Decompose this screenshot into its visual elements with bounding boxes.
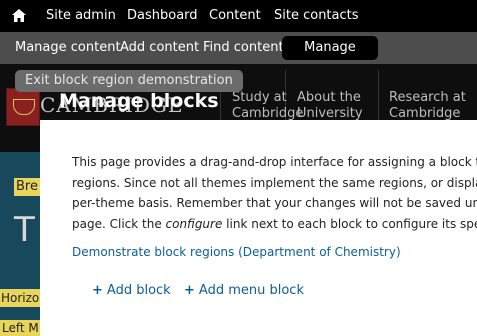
dialog-intro: This page provides a drag-and-drop inter… <box>72 152 477 234</box>
left-menu-region-label: Left M <box>0 320 42 336</box>
dialog-title: Manage blocks <box>59 90 219 112</box>
university-crest-icon <box>6 88 40 126</box>
plus-icon: + <box>184 283 195 298</box>
admin-toolbar: Site admin Dashboard Content Site contac… <box>0 0 477 32</box>
nav-study-line1: Study at <box>232 90 287 105</box>
add-block-button[interactable]: + Add block <box>92 283 171 298</box>
horizontal-region-label: Horizo <box>0 289 41 307</box>
nav-research-line1: Research at <box>389 90 466 105</box>
add-menu-block-button[interactable]: + Add menu block <box>184 283 304 298</box>
subtoolbar-manage-content[interactable]: Manage content <box>15 32 121 64</box>
plus-icon: + <box>92 283 103 298</box>
subtoolbar-find-content[interactable]: Find content <box>203 32 284 64</box>
toolbar-site-contacts[interactable]: Site contacts <box>274 0 359 32</box>
intro-line: page. Click the configure link next to e… <box>72 216 477 231</box>
nav-research[interactable]: Research at Cambridge <box>389 90 466 122</box>
intro-line: regions. Since not all themes implement … <box>72 175 477 190</box>
home-icon[interactable] <box>12 9 26 22</box>
subtoolbar-add-content[interactable]: Add content <box>120 32 199 64</box>
nav-about-line1: About the <box>297 90 361 105</box>
subtoolbar-manage-blocks[interactable]: Manage Blocks <box>282 36 378 79</box>
nav-about[interactable]: About the University <box>297 90 363 122</box>
manage-blocks-dialog: This page provides a drag-and-drop inter… <box>40 120 477 336</box>
secondary-toolbar: Manage content Add content Find content … <box>0 32 477 79</box>
toolbar-content[interactable]: Content <box>209 0 261 32</box>
configure-word: configure <box>165 216 223 231</box>
toolbar-site-admin[interactable]: Site admin <box>46 0 116 32</box>
toolbar-dashboard[interactable]: Dashboard <box>127 0 198 32</box>
demonstrate-regions-link[interactable]: Demonstrate block regions (Department of… <box>72 245 401 259</box>
page-heading: T <box>14 210 35 250</box>
nav-study[interactable]: Study at Cambridge <box>232 90 303 122</box>
add-menu-block-label: Add menu block <box>198 283 304 298</box>
breadcrumb-region-label: Bre <box>14 178 40 196</box>
intro-line: per-theme basis. Remember that your chan… <box>72 196 477 210</box>
exit-demo-button[interactable]: Exit block region demonstration <box>15 70 243 92</box>
intro-line: This page provides a drag-and-drop inter… <box>72 155 477 169</box>
add-block-label: Add block <box>106 283 171 298</box>
